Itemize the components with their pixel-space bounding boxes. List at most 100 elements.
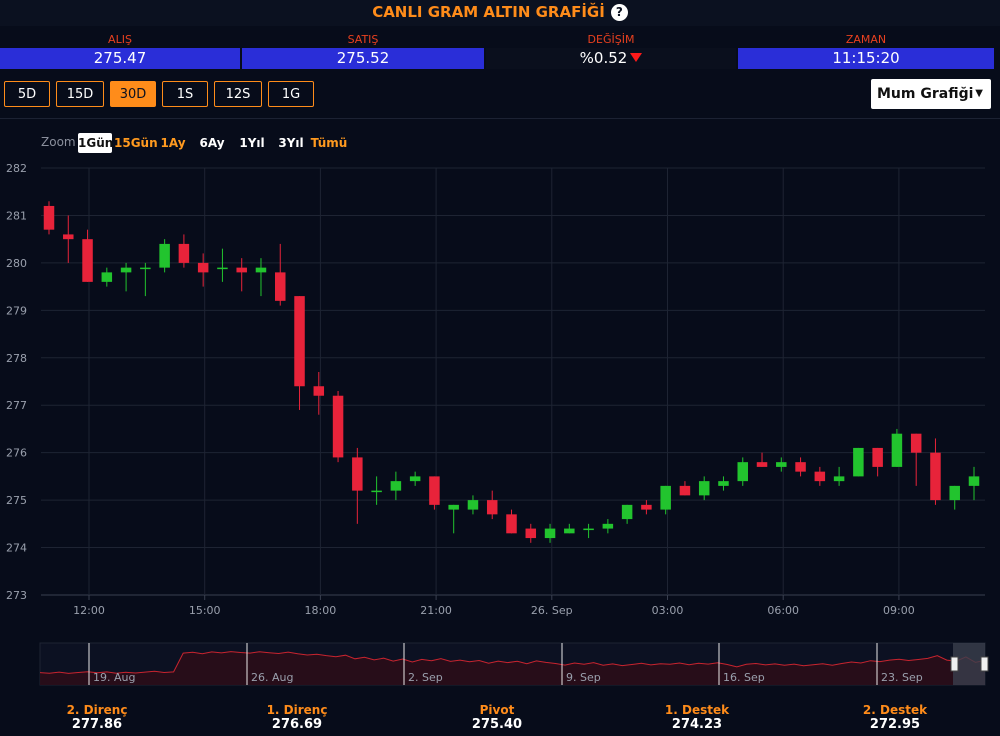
- zoom-button-15gun[interactable]: 15Gün: [114, 133, 158, 153]
- chart-type-value: Mum Grafiği: [877, 86, 974, 102]
- zoom-label: Zoom: [41, 135, 76, 149]
- navigator-handle[interactable]: [950, 656, 959, 672]
- candle: [63, 234, 74, 240]
- y-tick-label: 278: [6, 352, 27, 365]
- stat-alis-value: 275.47: [0, 48, 240, 69]
- navigator-label: 23. Sep: [881, 671, 923, 684]
- candle: [217, 267, 228, 270]
- pivot-s2-label: 2. Destek: [862, 703, 928, 717]
- title-bar: CANLI GRAM ALTIN GRAFİĞİ?: [0, 0, 1000, 26]
- pivot-r2-label: 2. Direnç: [66, 703, 128, 717]
- candle: [602, 523, 614, 529]
- candle: [698, 481, 710, 496]
- candle: [872, 447, 883, 467]
- candle: [467, 500, 479, 510]
- candle: [660, 485, 671, 510]
- period-button-1s[interactable]: 1S: [162, 81, 208, 107]
- zoom-button-1ay[interactable]: 1Ay: [159, 133, 187, 153]
- navigator-label: 26. Aug: [251, 671, 293, 684]
- candle: [140, 267, 151, 270]
- candle: [332, 395, 344, 458]
- stat-satis-label: SATIŞ: [347, 33, 379, 46]
- x-tick-label: 12:00: [73, 604, 105, 617]
- candle: [814, 471, 826, 482]
- pivot-p-label: Pivot: [479, 703, 515, 717]
- navigator-label: 9. Sep: [566, 671, 601, 684]
- candle: [968, 476, 980, 486]
- x-tick-label: 18:00: [305, 604, 337, 617]
- navigator-label: 16. Sep: [723, 671, 765, 684]
- period-button-12s[interactable]: 12S: [214, 81, 262, 107]
- price-stats: ALIŞ 275.47 SATIŞ 275.52 DEĞİŞİM %0.52 Z…: [0, 32, 1000, 70]
- candle: [313, 386, 325, 396]
- y-tick-label: 280: [6, 257, 27, 270]
- help-icon[interactable]: ?: [610, 4, 628, 21]
- stat-satis: SATIŞ 275.52: [242, 32, 484, 70]
- candle: [679, 485, 691, 496]
- navigator-handle[interactable]: [980, 656, 989, 672]
- stat-degisim-value-row: %0.52: [486, 48, 736, 69]
- candle: [506, 514, 517, 534]
- candle: [178, 243, 190, 263]
- x-tick-label: 26. Sep: [531, 604, 573, 617]
- pivot-s2-value: 272.95: [869, 717, 921, 732]
- pivot-s2: 2. Destek 272.95: [815, 703, 975, 733]
- candle: [621, 504, 633, 520]
- chart-type-select[interactable]: Mum Grafiği ▼: [871, 79, 991, 109]
- pivot-r1-value: 276.69: [271, 717, 323, 732]
- period-button-1g[interactable]: 1G: [268, 81, 314, 107]
- stat-alis-label: ALIŞ: [108, 33, 132, 46]
- candle: [641, 504, 652, 510]
- candle: [756, 462, 768, 467]
- candle: [159, 243, 170, 268]
- period-button-5d[interactable]: 5D: [4, 81, 50, 107]
- candle: [390, 481, 402, 491]
- zoom-button-1gun[interactable]: 1Gün: [78, 133, 113, 153]
- pivot-s1-label: 1. Destek: [664, 703, 730, 717]
- zoom-button-1yil[interactable]: 1Yıl: [237, 133, 267, 153]
- x-tick-label: 15:00: [189, 604, 221, 617]
- candle: [429, 476, 440, 505]
- pivot-r2: 2. Direnç 277.86: [17, 703, 177, 733]
- period-button-30d[interactable]: 30D: [110, 81, 156, 107]
- pivot-r1-label: 1. Direnç: [266, 703, 328, 717]
- pivot-r1: 1. Direnç 276.69: [217, 703, 377, 733]
- candle: [101, 272, 113, 282]
- page-title: CANLI GRAM ALTIN GRAFİĞİ: [372, 3, 605, 21]
- navigator[interactable]: 19. Aug 26. Aug 2. Sep 9. Sep 16. Sep 23. Sep: [0, 640, 1000, 690]
- candle: [409, 476, 421, 482]
- pivot-p: Pivot 275.40: [417, 703, 577, 733]
- y-tick-label: 274: [6, 542, 27, 555]
- stat-alis: ALIŞ 275.47: [0, 32, 240, 70]
- stat-zaman-label: ZAMAN: [845, 33, 887, 46]
- down-arrow-icon: [630, 53, 643, 62]
- candlestick-chart[interactable]: 282 281 280 279 278 277 276 275 274 273 12:00 15:00…: [0, 155, 1000, 625]
- pivot-r2-value: 277.86: [71, 717, 123, 732]
- zoom-button-6ay[interactable]: 6Ay: [197, 133, 227, 153]
- zoom-button-tumu[interactable]: Tümü: [310, 133, 348, 153]
- candle: [949, 485, 960, 501]
- period-button-15d[interactable]: 15D: [56, 81, 104, 107]
- candle: [564, 528, 575, 534]
- x-tick-label: 03:00: [652, 604, 684, 617]
- y-tick-label: 277: [6, 399, 27, 412]
- navigator-label: 2. Sep: [408, 671, 443, 684]
- candle: [853, 447, 864, 477]
- candle: [275, 272, 286, 301]
- stat-satis-value: 275.52: [242, 48, 484, 69]
- candle: [486, 500, 498, 515]
- candle: [910, 433, 922, 453]
- zoom-button-3yil[interactable]: 3Yıl: [276, 133, 306, 153]
- y-tick-label: 281: [6, 209, 27, 222]
- chevron-down-icon: ▼: [975, 88, 983, 99]
- pivot-levels: 2. Direnç 277.86 1. Direnç 276.69 Pivot 275…: [0, 703, 1000, 736]
- candle: [930, 452, 941, 501]
- candle: [583, 528, 594, 531]
- x-tick-label: 09:00: [883, 604, 915, 617]
- candle: [795, 462, 806, 472]
- candle: [544, 528, 556, 539]
- candle: [352, 457, 363, 491]
- candle: [120, 267, 132, 273]
- candle: [833, 476, 845, 482]
- candle: [197, 262, 209, 273]
